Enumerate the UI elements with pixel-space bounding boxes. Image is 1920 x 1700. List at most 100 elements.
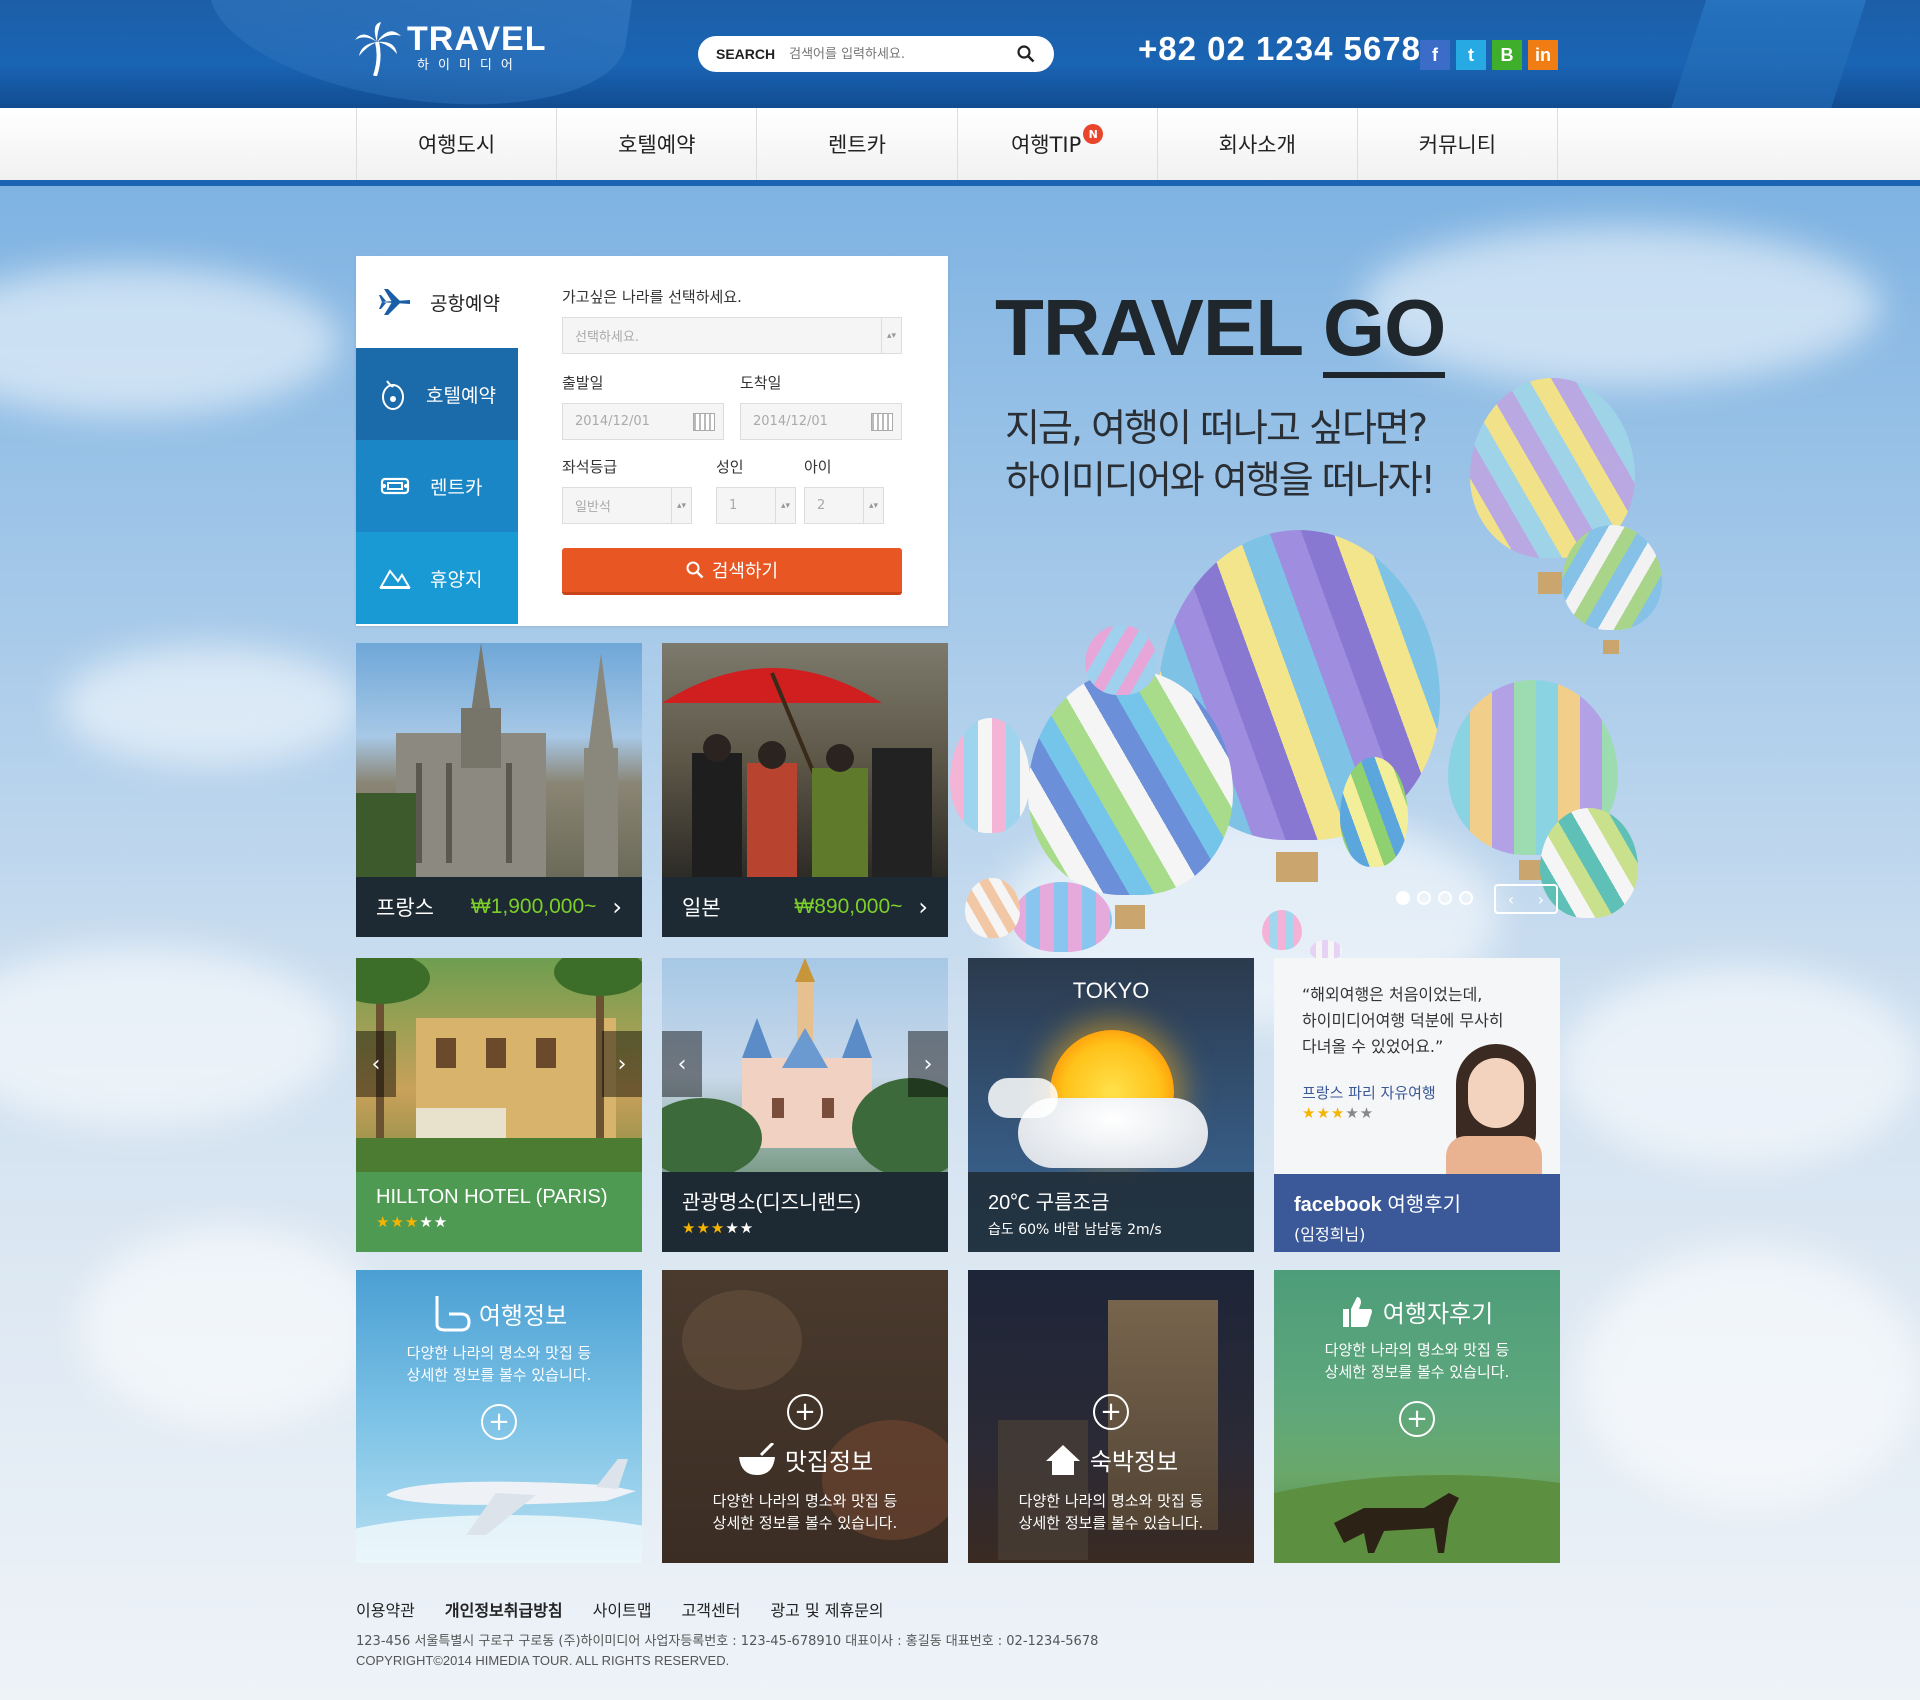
hero-subtitle: 지금, 여행이 떠나고 싶다면? 하이미디어와 여행을 떠나자! <box>1005 402 1436 506</box>
footer-link-sitemap[interactable]: 사이트맵 <box>593 1597 652 1621</box>
tile-reviews[interactable]: 여행자후기 다양한 나라의 명소와 맛집 등 상세한 정보를 볼수 있습니다. + <box>1274 1270 1560 1563</box>
plus-icon[interactable]: + <box>787 1394 823 1430</box>
small-cloud-icon <box>988 1078 1058 1118</box>
tile-description: 다양한 나라의 명소와 맛집 등 상세한 정보를 볼수 있습니다. <box>356 1342 642 1386</box>
tile-title: 여행자후기 <box>1382 1300 1494 1328</box>
logo-title: TRAVEL <box>407 20 547 58</box>
hotel-info-bar: HILLTON HOTEL (PARIS) ★★★★★ <box>356 1172 642 1252</box>
tile-heading: 숙박정보 <box>968 1442 1254 1477</box>
nav-item-company[interactable]: 회사소개 <box>1158 108 1358 180</box>
calendar-icon[interactable] <box>693 413 715 431</box>
hero-subtitle-line2: 하이미디어와 여행을 떠나자! <box>1005 458 1436 502</box>
resort-icon <box>379 569 411 589</box>
plus-icon[interactable]: + <box>1093 1394 1129 1430</box>
nav-item-cities[interactable]: 여행도시 <box>357 108 558 180</box>
arrive-date-field[interactable]: 2014/12/01 <box>740 403 902 440</box>
pagination-dot[interactable] <box>1438 891 1452 905</box>
country-select[interactable]: 선택하세요. ▴▾ <box>562 317 902 354</box>
review-quote-line: 하이미디어여행 덕분에 무사히 <box>1302 1011 1504 1030</box>
footer-link-privacy[interactable]: 개인정보취급방침 <box>445 1597 563 1621</box>
tab-hotel[interactable]: 호텔예약 <box>356 348 518 440</box>
reviewer-avatar <box>1446 1044 1542 1174</box>
house-icon <box>1045 1444 1080 1475</box>
hero-arrows: ‹ › <box>1494 884 1558 914</box>
review-source-label: 여행후기 <box>1387 1194 1461 1216</box>
plus-icon[interactable]: + <box>1399 1401 1435 1437</box>
search-icon <box>686 561 704 579</box>
rating-stars: ★★★★★ <box>1302 1104 1375 1122</box>
footer-address: 123-456 서울특별시 구로구 구로동 (주)하이미디어 사업자등록번호 :… <box>356 1634 1099 1649</box>
footer-link-support[interactable]: 고객센터 <box>682 1597 741 1621</box>
search-bar: SEARCH <box>698 36 1054 72</box>
destination-card-japan[interactable]: 일본 ₩890,000~ › <box>662 643 948 937</box>
plus-icon[interactable]: + <box>481 1404 517 1440</box>
stepper-arrow-icon[interactable]: ▴▾ <box>775 488 795 523</box>
slide-next-button[interactable]: › <box>908 1031 948 1097</box>
hero-prev-button[interactable]: ‹ <box>1508 890 1514 909</box>
tile-title: 숙박정보 <box>1089 1448 1179 1476</box>
tile-title: 맛집정보 <box>784 1448 874 1476</box>
tile-description: 다양한 나라의 명소와 맛집 등 상세한 정보를 볼수 있습니다. <box>968 1490 1254 1534</box>
tile-travel-info[interactable]: 여행정보 다양한 나라의 명소와 맛집 등 상세한 정보를 볼수 있습니다. + <box>356 1270 642 1563</box>
attraction-card[interactable]: ‹ › 관광명소(디즈니랜드) ★★★★★ <box>662 958 948 1252</box>
tile-restaurants[interactable]: + 맛집정보 다양한 나라의 명소와 맛집 등 상세한 정보를 볼수 있습니다. <box>662 1270 948 1563</box>
nav-item-tips[interactable]: 여행TIP N <box>958 108 1158 180</box>
nav-item-rentcar[interactable]: 렌트카 <box>757 108 958 180</box>
tile-heading: 여행정보 <box>356 1294 642 1332</box>
tile-accommodation[interactable]: + 숙박정보 다양한 나라의 명소와 맛집 등 상세한 정보를 볼수 있습니다. <box>968 1270 1254 1563</box>
slide-prev-button[interactable]: ‹ <box>662 1031 702 1097</box>
airplane-photo <box>356 1459 642 1563</box>
facebook-icon[interactable]: f <box>1420 40 1450 70</box>
attraction-title: 관광명소(디즈니랜드) <box>682 1192 861 1214</box>
tile-desc-line: 상세한 정보를 볼수 있습니다. <box>1018 1514 1204 1532</box>
tile-title: 여행정보 <box>478 1301 568 1330</box>
adult-value: 1 <box>729 498 738 513</box>
child-value: 2 <box>817 498 826 513</box>
tab-airport[interactable]: 공항예약 <box>356 256 518 348</box>
tab-resort[interactable]: 휴양지 <box>356 532 518 624</box>
blog-icon[interactable]: B <box>1492 40 1522 70</box>
footer-link-terms[interactable]: 이용약관 <box>356 1597 415 1621</box>
slide-prev-button[interactable]: ‹ <box>356 1031 396 1097</box>
arrive-label: 도착일 <box>740 374 782 392</box>
nav-item-community[interactable]: 커뮤니티 <box>1358 108 1559 180</box>
destination-card-france[interactable]: 프랑스 ₩1,900,000~ › <box>356 643 642 937</box>
tile-description: 다양한 나라의 명소와 맛집 등 상세한 정보를 볼수 있습니다. <box>1274 1339 1560 1383</box>
review-card[interactable]: “해외여행은 처음이었는데, 하이미디어여행 덕분에 무사히 다녀올 수 있었어… <box>1274 958 1560 1252</box>
hotel-card[interactable]: ‹ › HILLTON HOTEL (PARIS) ★★★★★ <box>356 958 642 1252</box>
pagination-dot[interactable] <box>1459 891 1473 905</box>
search-submit-button[interactable]: 검색하기 <box>562 548 902 595</box>
linkedin-icon[interactable]: in <box>1528 40 1558 70</box>
nav-item-hotel[interactable]: 호텔예약 <box>557 108 758 180</box>
search-input[interactable] <box>789 46 990 62</box>
review-source: facebook 여행후기 <box>1294 1188 1540 1217</box>
slide-next-button[interactable]: › <box>602 1031 642 1097</box>
child-stepper[interactable]: 2 ▴▾ <box>804 487 884 524</box>
adult-stepper[interactable]: 1 ▴▾ <box>716 487 796 524</box>
stepper-arrow-icon[interactable]: ▴▾ <box>863 488 883 523</box>
calendar-icon[interactable] <box>871 413 893 431</box>
footer-link-partnership[interactable]: 광고 및 제휴문의 <box>770 1597 883 1621</box>
new-badge: N <box>1083 124 1104 144</box>
tab-rentcar[interactable]: 렌트카 <box>356 440 518 532</box>
tile-description: 다양한 나라의 명소와 맛집 등 상세한 정보를 볼수 있습니다. <box>662 1490 948 1534</box>
select-arrow-icon: ▴▾ <box>671 488 691 523</box>
seat-select[interactable]: 일반석 ▴▾ <box>562 487 692 524</box>
depart-date-field[interactable]: 2014/12/01 <box>562 403 724 440</box>
hero-next-button[interactable]: › <box>1538 890 1544 909</box>
destination-price: ₩1,900,000~ <box>470 895 597 918</box>
rating-stars: ★★★★★ <box>376 1213 449 1231</box>
nav-label: 회사소개 <box>1218 133 1296 157</box>
search-icon[interactable] <box>1016 44 1036 64</box>
footer-links: 이용약관 개인정보취급방침 사이트맵 고객센터 광고 및 제휴문의 <box>356 1597 884 1621</box>
weather-card[interactable]: TOKYO 20℃ 구름조금 습도 60% 바람 남남동 2m/s <box>968 958 1254 1252</box>
tile-desc-line: 상세한 정보를 볼수 있습니다. <box>712 1514 898 1532</box>
logo[interactable]: TRAVEL 하이미디어 <box>355 22 546 82</box>
twitter-icon[interactable]: t <box>1456 40 1486 70</box>
adult-label: 성인 <box>716 458 744 476</box>
social-links: f t B in <box>1420 40 1558 70</box>
child-label: 아이 <box>804 458 832 476</box>
pagination-dot[interactable] <box>1396 891 1410 905</box>
pagination-dot[interactable] <box>1417 891 1431 905</box>
destination-price: ₩890,000~ <box>794 895 903 918</box>
